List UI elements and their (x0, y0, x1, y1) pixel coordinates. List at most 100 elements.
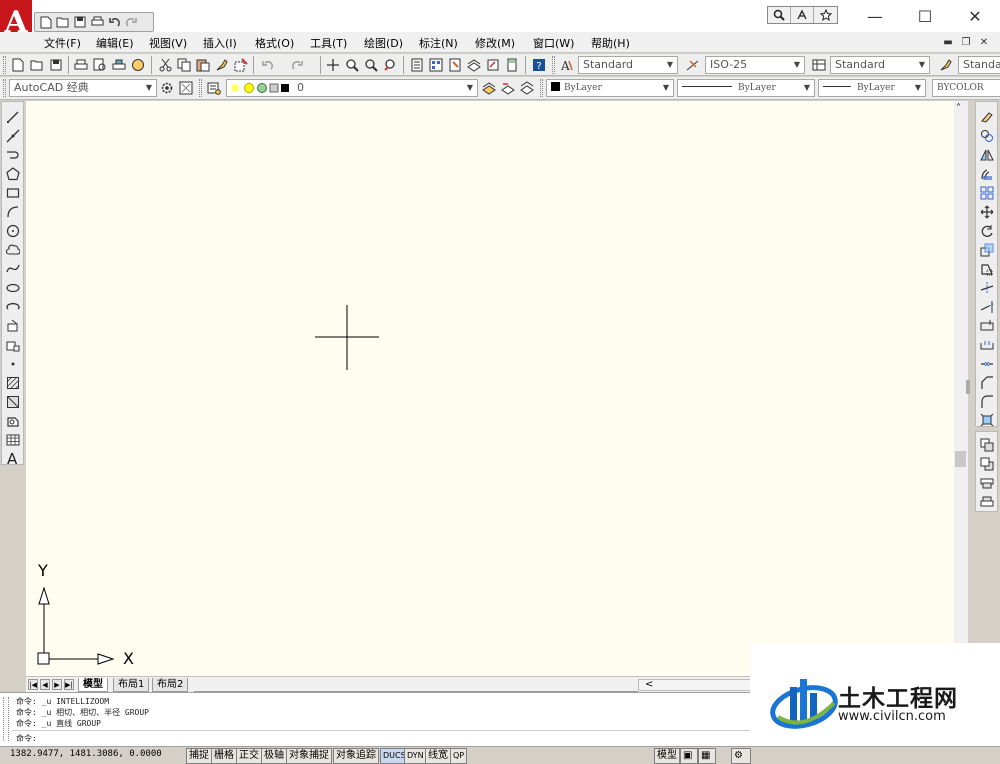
polyline-icon[interactable] (4, 146, 22, 164)
move-icon[interactable] (978, 203, 996, 221)
block-editor-icon[interactable] (232, 56, 250, 74)
save-icon[interactable] (73, 15, 87, 29)
quickcalc-icon[interactable] (503, 56, 521, 74)
minimize-button[interactable]: — (850, 0, 900, 32)
make-object-layer-current-icon[interactable] (480, 79, 498, 97)
workspace-save-icon[interactable] (177, 79, 195, 97)
ellipse-icon[interactable] (4, 279, 22, 297)
arc-icon[interactable] (4, 203, 22, 221)
table-icon[interactable] (4, 431, 22, 449)
menu-view[interactable]: 视图(V) (149, 35, 187, 51)
drawing-area[interactable]: Y X (26, 101, 954, 676)
quick-properties-toggle[interactable]: QP (450, 748, 468, 764)
bring-to-front-icon[interactable] (978, 436, 996, 454)
rotate-icon[interactable] (978, 222, 996, 240)
layer-properties-manager-icon[interactable] (205, 79, 223, 97)
break-icon[interactable] (978, 336, 996, 354)
scroll-left-icon[interactable]: < (645, 679, 653, 690)
menu-format[interactable]: 格式(O) (255, 35, 294, 51)
region-icon[interactable] (4, 412, 22, 430)
design-center-icon[interactable] (427, 56, 445, 74)
annotation-scale-icon[interactable]: ⚙ (731, 748, 751, 764)
table-style-icon[interactable] (810, 56, 828, 74)
extend-icon[interactable] (978, 298, 996, 316)
menu-help[interactable]: 帮助(H) (591, 35, 630, 51)
new-icon[interactable] (9, 56, 27, 74)
command-prompt[interactable]: 命令: (16, 733, 37, 744)
maximize-button[interactable]: ☐ (900, 0, 950, 32)
send-to-back-icon[interactable] (978, 455, 996, 473)
scroll-up-icon[interactable]: ˄ (956, 103, 961, 114)
undo-icon[interactable] (258, 56, 276, 74)
menu-draw[interactable]: 绘图(D) (364, 35, 403, 51)
new-file-icon[interactable] (39, 15, 53, 29)
last-tab-icon[interactable]: ▶| (64, 679, 74, 690)
tab-model[interactable]: 模型 (78, 678, 108, 692)
lineweight-toggle[interactable]: 线宽 (425, 748, 451, 764)
otrack-toggle[interactable]: 对象追踪 (333, 748, 379, 764)
markup-set-manager-icon[interactable] (484, 56, 502, 74)
multileader-style-icon[interactable] (937, 56, 955, 74)
favorites-star-icon[interactable] (814, 7, 837, 23)
redo-icon[interactable] (289, 56, 307, 74)
help-icon[interactable]: ? (530, 56, 548, 74)
insert-block-icon[interactable] (4, 317, 22, 335)
bring-above-objects-icon[interactable] (978, 474, 996, 492)
tab-layout1[interactable]: 布局1 (113, 678, 150, 692)
dyn-toggle[interactable]: DYN (404, 748, 427, 764)
first-tab-icon[interactable]: |◀ (28, 679, 38, 690)
make-block-icon[interactable] (4, 336, 22, 354)
doc-minimize-icon[interactable]: ▬ (941, 36, 955, 49)
gradient-icon[interactable] (4, 393, 22, 411)
open-folder-icon[interactable] (56, 15, 70, 29)
toolbar-grip[interactable] (3, 79, 6, 97)
layer-previous-icon[interactable] (499, 79, 517, 97)
sheet-set-manager-icon[interactable] (465, 56, 483, 74)
zoom-window-icon[interactable] (362, 56, 380, 74)
workspace-settings-icon[interactable] (158, 79, 176, 97)
send-under-objects-icon[interactable] (978, 493, 996, 511)
splitter-handle[interactable] (966, 380, 970, 394)
pan-realtime-icon[interactable] (324, 56, 342, 74)
toolbar-grip[interactable] (552, 56, 555, 74)
menu-tools[interactable]: 工具(T) (310, 35, 347, 51)
paste-icon[interactable] (194, 56, 212, 74)
undo-icon[interactable] (107, 15, 121, 29)
ellipse-arc-icon[interactable] (4, 298, 22, 316)
menu-edit[interactable]: 编辑(E) (96, 35, 134, 51)
menu-modify[interactable]: 修改(M) (475, 35, 515, 51)
layer-states-icon[interactable] (518, 79, 536, 97)
print-icon[interactable] (90, 15, 104, 29)
toolbar-grip[interactable] (540, 79, 543, 97)
lineweight-control-select[interactable]: ByLayer ▼ (818, 79, 926, 97)
fillet-icon[interactable] (978, 393, 996, 411)
chamfer-icon[interactable] (978, 374, 996, 392)
ortho-toggle[interactable]: 正交 (236, 748, 262, 764)
break-at-point-icon[interactable] (978, 317, 996, 335)
polar-toggle[interactable]: 极轴 (261, 748, 287, 764)
grid-toggle[interactable]: 栅格 (211, 748, 237, 764)
color-control-select[interactable]: ByLayer ▼ (546, 79, 674, 97)
publish-icon[interactable] (110, 56, 128, 74)
plot-style-select[interactable]: BYCOLOR (932, 79, 1000, 97)
offset-icon[interactable] (978, 165, 996, 183)
model-space-button[interactable]: 模型 (654, 748, 680, 764)
doc-close-icon[interactable]: ✕ (977, 36, 991, 49)
vertical-scroll-thumb[interactable] (955, 451, 966, 467)
spline-icon[interactable] (4, 260, 22, 278)
array-icon[interactable] (978, 184, 996, 202)
next-tab-icon[interactable]: ▶ (52, 679, 62, 690)
zoom-realtime-icon[interactable] (343, 56, 361, 74)
plot-icon[interactable] (72, 56, 90, 74)
line-icon[interactable] (4, 108, 22, 126)
toolbar-grip[interactable] (199, 79, 202, 97)
copy-icon[interactable] (175, 56, 193, 74)
workspace-select[interactable]: AutoCAD 经典 ▼ (9, 79, 157, 97)
zoom-previous-icon[interactable] (381, 56, 399, 74)
scale-icon[interactable] (978, 241, 996, 259)
construction-line-icon[interactable] (4, 127, 22, 145)
circle-icon[interactable] (4, 222, 22, 240)
quick-view-icon[interactable]: ▦ (698, 748, 716, 764)
trim-icon[interactable] (978, 279, 996, 297)
explode-icon[interactable] (978, 411, 996, 429)
